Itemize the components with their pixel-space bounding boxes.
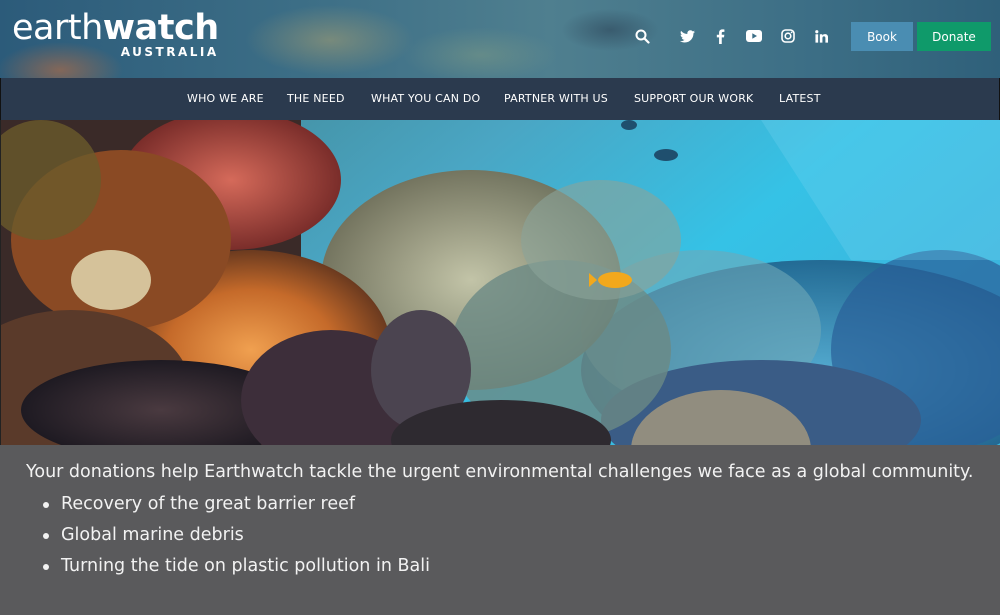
instagram-icon[interactable] [778,26,798,46]
youtube-icon[interactable] [744,26,764,46]
list-item: Global marine debris [26,520,976,551]
site-header: earthwatch AUSTRALIA Book Donate [0,0,1000,78]
book-button[interactable]: Book [851,22,913,51]
earthwatch-logo[interactable]: earthwatch AUSTRALIA [12,8,219,59]
main-nav: WHO WE ARE THE NEED WHAT YOU CAN DO PART… [0,78,1000,120]
donate-button[interactable]: Donate [917,22,991,51]
linkedin-icon[interactable] [811,26,831,46]
nav-item-the-need[interactable]: THE NEED [287,78,345,120]
donation-intro-text: Your donations help Earthwatch tackle th… [26,462,974,482]
logo-wordmark: earthwatch [12,8,219,48]
nav-item-who-we-are[interactable]: WHO WE ARE [187,78,264,120]
logo-text-watch: watch [102,8,219,48]
twitter-icon[interactable] [677,26,697,46]
list-item: Recovery of the great barrier reef [26,489,976,520]
nav-item-support-our-work[interactable]: SUPPORT OUR WORK [634,78,753,120]
hero-coral-reef-image [0,120,1000,445]
list-item: Turning the tide on plastic pollution in… [26,551,976,582]
nav-item-partner-with-us[interactable]: PARTNER WITH US [504,78,608,120]
nav-item-what-you-can-do[interactable]: WHAT YOU CAN DO [371,78,480,120]
nav-item-latest[interactable]: LATEST [779,78,821,120]
donation-info: Your donations help Earthwatch tackle th… [26,461,976,582]
donation-causes-list: Recovery of the great barrier reef Globa… [26,489,976,582]
logo-text-earth: earth [12,8,103,48]
facebook-icon[interactable] [710,26,730,46]
search-icon[interactable] [632,26,652,46]
